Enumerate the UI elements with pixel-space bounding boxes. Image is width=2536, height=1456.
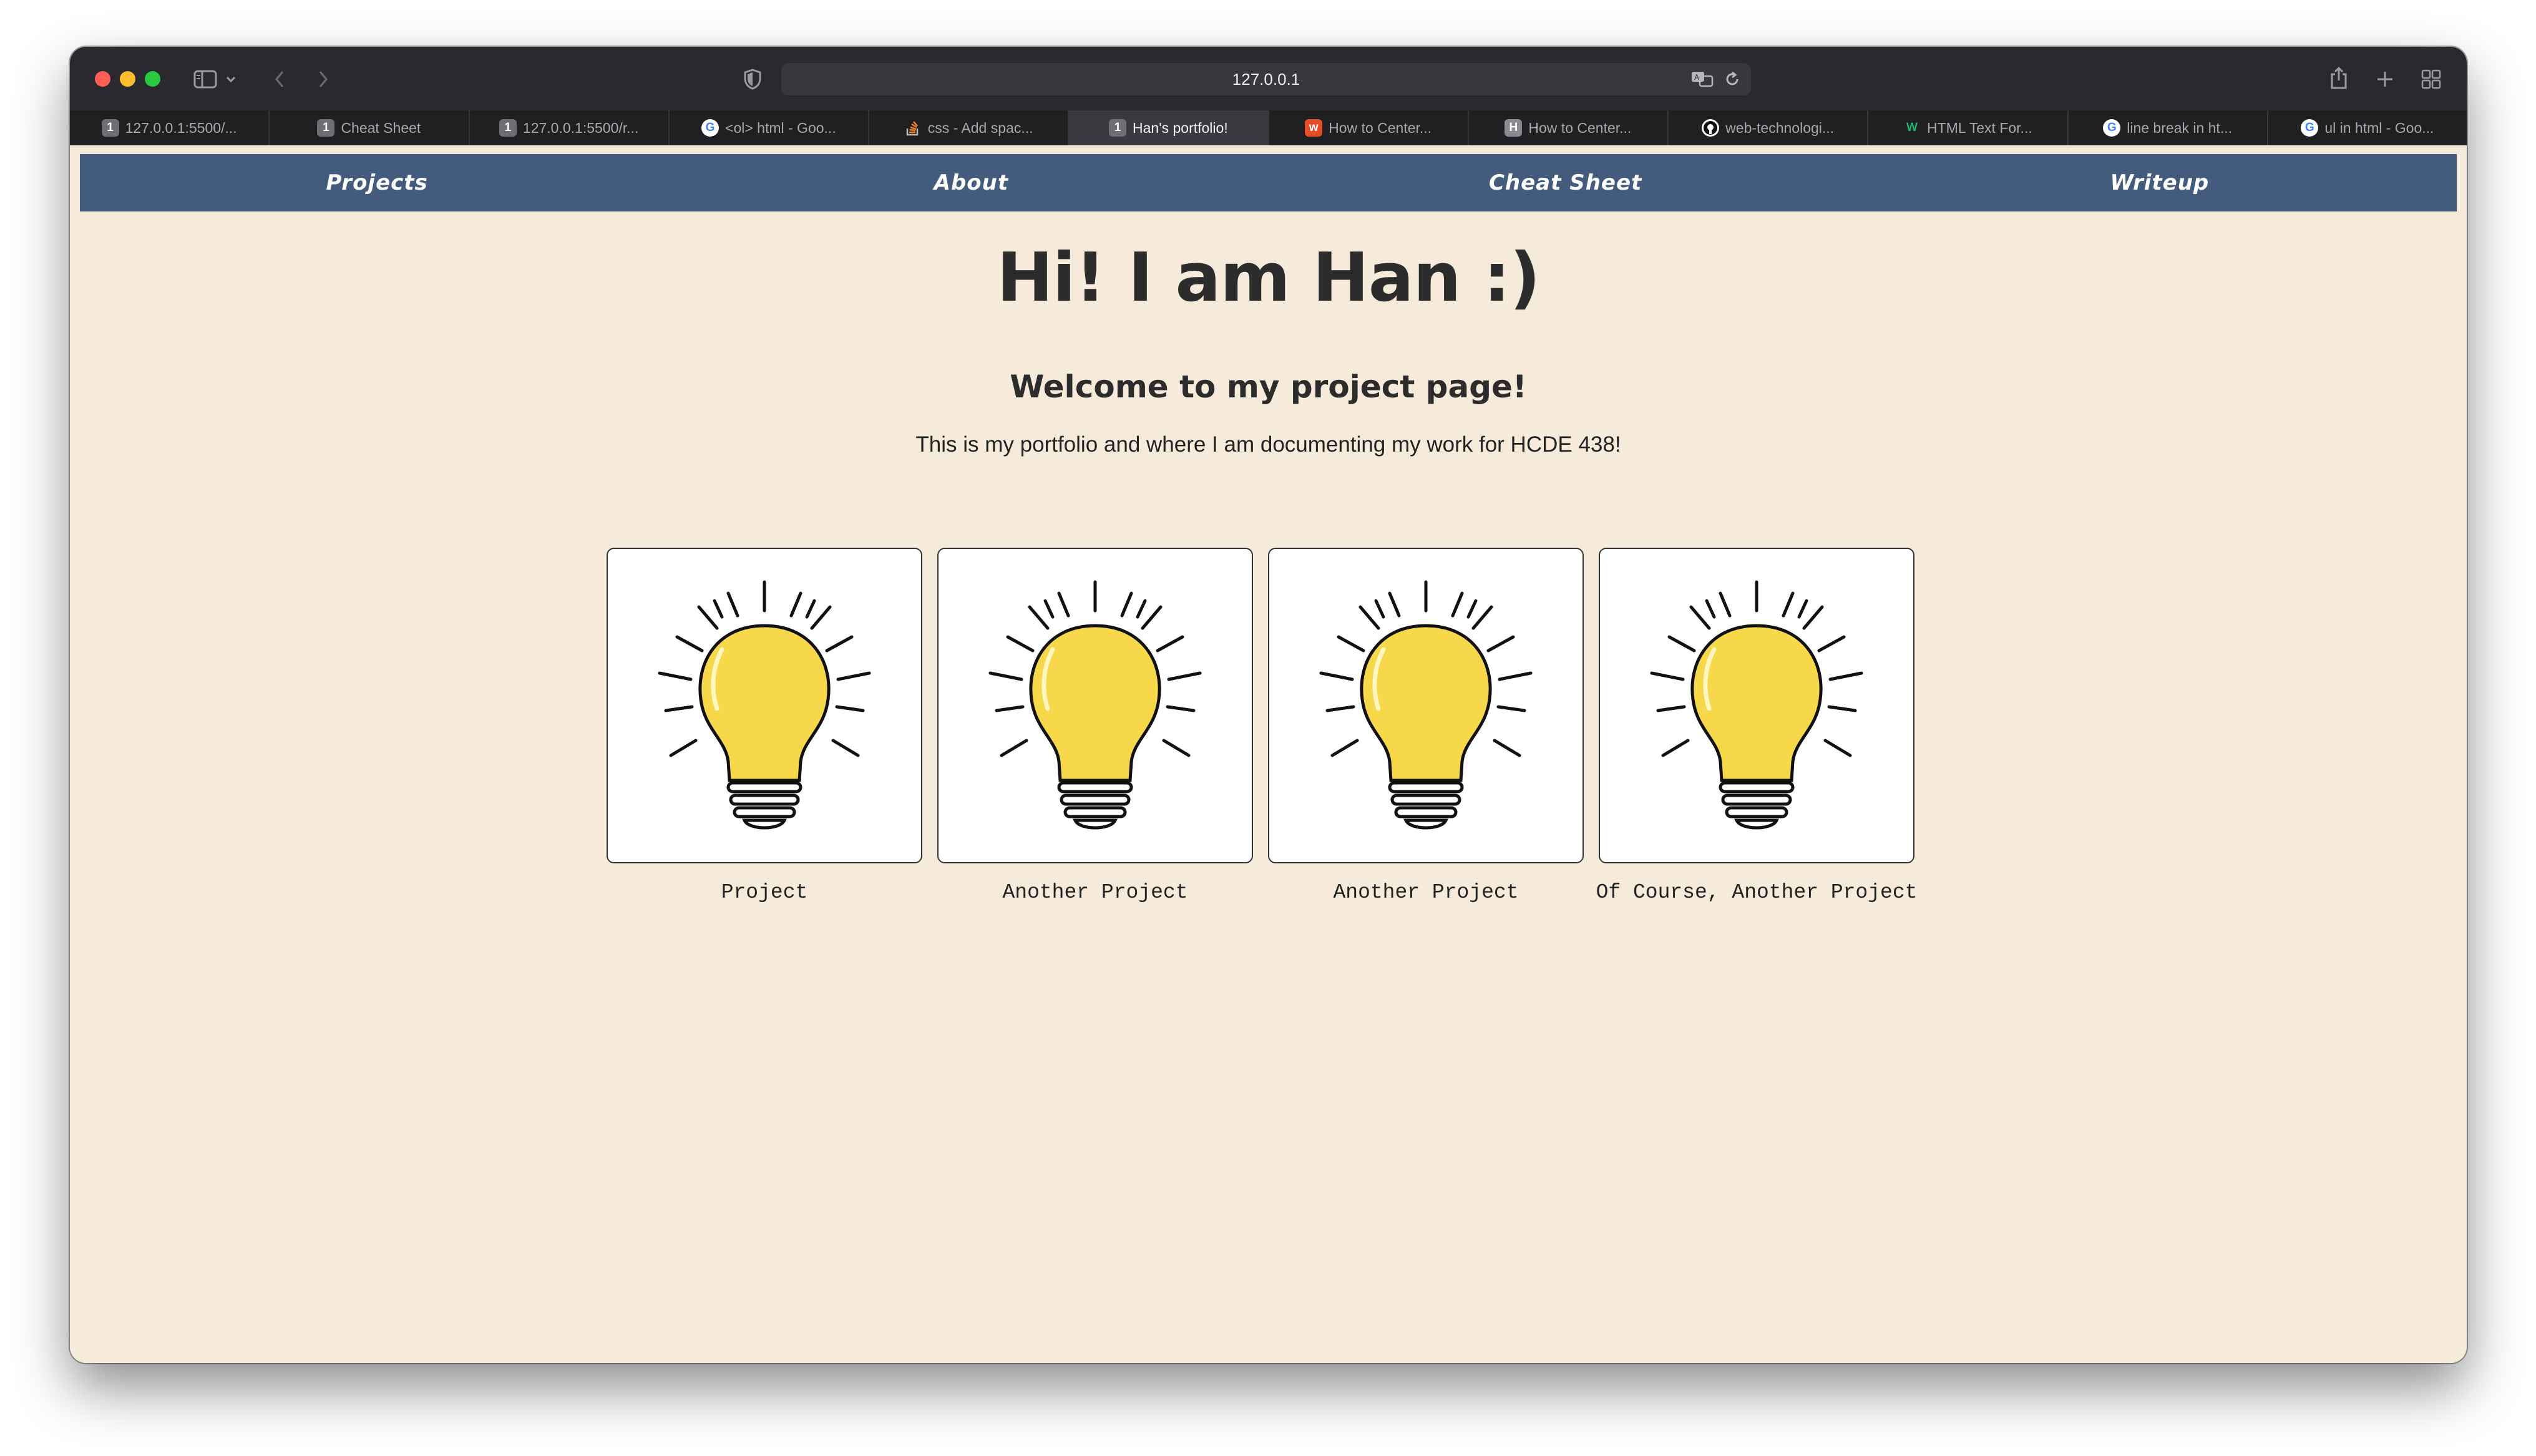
address-text: 127.0.0.1 <box>1232 70 1300 89</box>
project-image[interactable] <box>607 548 922 863</box>
page-subtitle: Welcome to my project page! <box>1010 369 1527 405</box>
tab-hans-portfolio[interactable]: 1 Han's portfolio! <box>1068 110 1268 145</box>
tab-google-line-break[interactable]: G line break in ht... <box>2067 110 2267 145</box>
tab-localhost-1[interactable]: 1 127.0.0.1:5500/... <box>70 110 268 145</box>
reload-icon[interactable] <box>1722 69 1742 89</box>
lightbulb-icon <box>1650 580 1863 830</box>
project-caption: Another Project <box>1333 881 1519 904</box>
minimize-window-button[interactable] <box>120 71 135 87</box>
tab-label: ul in html - Goo... <box>2324 119 2434 136</box>
tab-label: Han's portfolio! <box>1133 119 1228 136</box>
tab-label: Cheat Sheet <box>341 119 421 136</box>
nav-link-projects[interactable]: Projects <box>80 154 674 211</box>
google-icon: G <box>2103 119 2121 137</box>
address-bar[interactable]: 127.0.0.1 A <box>781 63 1751 95</box>
google-icon: G <box>701 119 719 137</box>
tab-cheat-sheet[interactable]: 1 Cheat Sheet <box>268 110 468 145</box>
tab-label: css - Add spac... <box>927 119 1033 136</box>
tab-label: line break in ht... <box>2127 119 2232 136</box>
project-card[interactable]: Another Project <box>937 548 1253 904</box>
page-favicon-icon: 1 <box>101 119 119 137</box>
zoom-window-button[interactable] <box>145 71 160 87</box>
tab-w3schools-center[interactable]: w How to Center... <box>1267 110 1468 145</box>
site-navbar: Projects About Cheat Sheet Writeup <box>80 154 2457 211</box>
tab-label: 127.0.0.1:5500/... <box>125 119 237 136</box>
translate-icon[interactable]: A <box>1690 69 1715 89</box>
tab-label: web-technologi... <box>1725 119 1835 136</box>
tab-label: How to Center... <box>1528 119 1632 136</box>
nav-link-cheat-sheet[interactable]: Cheat Sheet <box>1269 154 1863 211</box>
project-image[interactable] <box>937 548 1253 863</box>
tab-bar: 1 127.0.0.1:5500/... 1 Cheat Sheet 1 127… <box>70 110 2467 145</box>
tab-google-ul[interactable]: G ul in html - Goo... <box>2266 110 2467 145</box>
page-favicon-icon: 1 <box>1109 119 1127 137</box>
project-caption: Project <box>721 881 808 904</box>
shield-icon[interactable] <box>740 67 765 92</box>
sidebar-icon[interactable] <box>192 67 219 92</box>
project-card[interactable]: Another Project <box>1268 548 1584 904</box>
browser-toolbar: 127.0.0.1 A <box>70 47 2467 110</box>
google-icon: G <box>2301 119 2319 137</box>
page-favicon-icon: W <box>1906 121 1918 134</box>
tab-overview-icon[interactable] <box>2419 67 2444 92</box>
project-caption: Another Project <box>1002 881 1188 904</box>
w3schools-icon: w <box>1305 119 1323 137</box>
nav-link-about[interactable]: About <box>674 154 1268 211</box>
lightbulb-icon <box>658 580 871 830</box>
close-window-button[interactable] <box>95 71 110 87</box>
share-icon[interactable] <box>2326 63 2351 93</box>
tab-label: HTML Text For... <box>1927 119 2032 136</box>
project-card[interactable]: Of Course, Another Project <box>1596 548 1917 904</box>
page-content: Projects About Cheat Sheet Writeup Hi! I… <box>70 145 2467 1363</box>
project-image[interactable] <box>1599 548 1914 863</box>
tab-label: 127.0.0.1:5500/r... <box>522 119 639 136</box>
project-grid: Project Another Project Another Project … <box>607 548 1929 904</box>
project-caption: Of Course, Another Project <box>1596 881 1918 904</box>
forward-icon[interactable] <box>312 67 334 92</box>
project-card[interactable]: Project <box>607 548 922 904</box>
new-tab-icon[interactable] <box>2373 67 2397 92</box>
nav-link-writeup[interactable]: Writeup <box>1863 154 2457 211</box>
tab-localhost-2[interactable]: 1 127.0.0.1:5500/r... <box>468 110 668 145</box>
page-description: This is my portfolio and where I am docu… <box>915 432 1621 457</box>
page-favicon-icon: 1 <box>317 119 335 137</box>
github-icon <box>1702 119 1720 137</box>
page-title: Hi! I am Han :) <box>997 239 1540 317</box>
project-image[interactable] <box>1268 548 1584 863</box>
page-favicon-icon: 1 <box>499 119 517 137</box>
stack-overflow-icon <box>904 119 922 137</box>
tab-google-ol[interactable]: G <ol> html - Goo... <box>668 110 868 145</box>
svg-text:A: A <box>1694 73 1700 82</box>
back-icon[interactable] <box>268 67 291 92</box>
tab-html-text-formatting[interactable]: W HTML Text For... <box>1867 110 2067 145</box>
tab-github[interactable]: web-technologi... <box>1667 110 1867 145</box>
lightbulb-icon <box>1319 580 1533 830</box>
tab-how-to-center[interactable]: H How to Center... <box>1467 110 1667 145</box>
tab-stackoverflow[interactable]: css - Add spac... <box>868 110 1068 145</box>
lightbulb-icon <box>988 580 1202 830</box>
tab-label: How to Center... <box>1329 119 1432 136</box>
tab-label: <ol> html - Goo... <box>725 119 836 136</box>
chevron-down-icon[interactable] <box>223 70 238 88</box>
browser-window: 127.0.0.1 A 1 127.0.0.1:5500/... 1 Cheat… <box>70 47 2467 1363</box>
page-favicon-icon: H <box>1505 119 1523 137</box>
